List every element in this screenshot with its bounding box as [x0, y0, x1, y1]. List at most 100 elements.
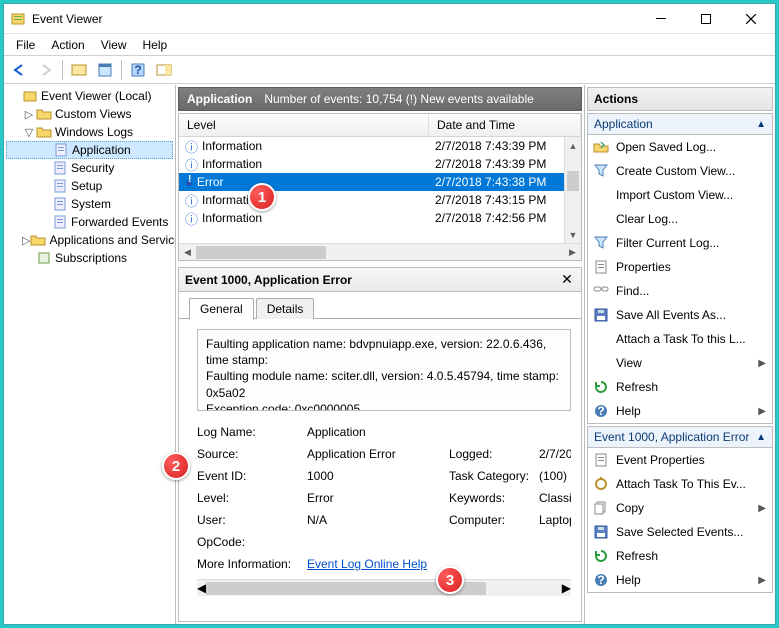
action-label: Attach a Task To this L... — [616, 332, 766, 346]
tree-application[interactable]: Application — [6, 141, 173, 159]
event-row[interactable]: Error2/7/2018 7:43:38 PM — [179, 173, 581, 191]
svg-text:?: ? — [597, 404, 604, 418]
action-help[interactable]: ?Help▶ — [588, 399, 772, 423]
detail-close-button[interactable]: ✕ — [559, 272, 575, 288]
tree-subscriptions[interactable]: Subscriptions — [6, 249, 173, 267]
action-copy[interactable]: Copy▶ — [588, 496, 772, 520]
event-row[interactable]: Information2/7/2018 7:43:39 PM — [179, 137, 581, 155]
scroll-left-icon[interactable]: ◀ — [179, 247, 196, 258]
center-header-title: Application — [187, 92, 252, 106]
save-icon — [592, 308, 610, 322]
tab-general[interactable]: General — [189, 298, 254, 320]
actions-header: Actions — [587, 87, 773, 111]
tree-windows-logs[interactable]: ▽Windows Logs — [6, 123, 173, 141]
tree-pane[interactable]: Event Viewer (Local)▷Custom Views▽Window… — [4, 85, 176, 624]
scroll-right-icon[interactable]: ▶ — [562, 581, 571, 595]
tree-twisty-icon[interactable]: ▷ — [22, 234, 30, 247]
actions-section-application[interactable]: Application▲ — [587, 113, 773, 135]
info-icon — [185, 209, 198, 228]
event-row[interactable]: Information2/7/2018 7:43:15 PM — [179, 191, 581, 209]
prop-val: Laptop — [539, 513, 571, 527]
menu-action[interactable]: Action — [43, 36, 92, 54]
action-label: Help — [616, 404, 752, 418]
action-import-custom-view[interactable]: Import Custom View... — [588, 183, 772, 207]
action-label: Create Custom View... — [616, 164, 766, 178]
scroll-thumb[interactable] — [567, 171, 579, 191]
action-filter-current-log[interactable]: Filter Current Log... — [588, 231, 772, 255]
forward-button[interactable] — [34, 59, 58, 81]
show-action-pane-button[interactable] — [152, 59, 176, 81]
event-log-online-help-link[interactable]: Event Log Online Help — [307, 557, 427, 571]
scroll-thumb[interactable] — [196, 246, 326, 259]
action-create-custom-view[interactable]: Create Custom View... — [588, 159, 772, 183]
action-label: Event Properties — [616, 453, 766, 467]
app-icon — [10, 11, 26, 27]
help-button[interactable]: ? — [126, 59, 150, 81]
prop-key: OpCode: — [197, 535, 307, 549]
tree-root[interactable]: Event Viewer (Local) — [6, 87, 173, 105]
submenu-arrow-icon: ▶ — [758, 503, 766, 514]
detail-horizontal-scrollbar[interactable]: ◀ ▶ — [197, 579, 571, 596]
prop-val: 2/7/2018 — [539, 447, 571, 461]
tree-item-icon — [36, 251, 52, 265]
scroll-right-icon[interactable]: ▶ — [564, 247, 581, 258]
scroll-up-icon[interactable]: ▲ — [565, 137, 581, 154]
detail-body: Faulting application name: bdvpnuiapp.ex… — [179, 319, 581, 621]
event-date: 2/7/2018 7:43:39 PM — [429, 157, 581, 171]
prop-key: Logged: — [449, 447, 539, 461]
tree-setup[interactable]: Setup — [6, 177, 173, 195]
actions-pane: Actions Application▲ Open Saved Log... Cr… — [585, 85, 775, 624]
prop-key: Level: — [197, 491, 307, 505]
refresh-icon — [592, 380, 610, 394]
properties-button[interactable] — [93, 59, 117, 81]
tree-item-icon — [52, 197, 68, 211]
svg-text:?: ? — [134, 63, 141, 77]
tree-system[interactable]: System — [6, 195, 173, 213]
tree-forwarded-events[interactable]: Forwarded Events — [6, 213, 173, 231]
toolbar-separator — [121, 60, 122, 80]
tree-twisty-icon[interactable]: ▷ — [22, 108, 36, 121]
scroll-down-icon[interactable]: ▼ — [565, 226, 581, 243]
tree-security[interactable]: Security — [6, 159, 173, 177]
menu-view[interactable]: View — [93, 36, 135, 54]
action-view[interactable]: View▶ — [588, 351, 772, 375]
action-label: Refresh — [616, 380, 766, 394]
tree-item-icon — [36, 107, 52, 121]
action-attach-task-to-this-ev[interactable]: Attach Task To This Ev... — [588, 472, 772, 496]
action-event-properties[interactable]: Event Properties — [588, 448, 772, 472]
action-help[interactable]: ?Help▶ — [588, 568, 772, 592]
close-button[interactable] — [728, 5, 773, 33]
menu-help[interactable]: Help — [135, 36, 176, 54]
action-open-saved-log[interactable]: Open Saved Log... — [588, 135, 772, 159]
vertical-scrollbar[interactable]: ▲ ▼ — [564, 137, 581, 243]
action-save-selected-events[interactable]: Save Selected Events... — [588, 520, 772, 544]
tree-item-label: Applications and Services Logs — [49, 233, 176, 247]
action-clear-log[interactable]: Clear Log... — [588, 207, 772, 231]
maximize-button[interactable] — [683, 5, 728, 33]
menu-file[interactable]: File — [8, 36, 43, 54]
action-attach-a-task-to-this-l[interactable]: Attach a Task To this L... — [588, 327, 772, 351]
tree-twisty-icon[interactable]: ▽ — [22, 126, 36, 139]
prop-key: Log Name: — [197, 425, 307, 439]
back-button[interactable] — [8, 59, 32, 81]
col-date[interactable]: Date and Time — [429, 114, 581, 136]
center-header: Application Number of events: 10,754 (!)… — [178, 87, 582, 111]
scroll-left-icon[interactable]: ◀ — [197, 581, 206, 595]
action-find[interactable]: Find... — [588, 279, 772, 303]
tab-details[interactable]: Details — [256, 298, 315, 319]
action-save-all-events-as[interactable]: Save All Events As... — [588, 303, 772, 327]
event-row[interactable]: Information2/7/2018 7:42:56 PM — [179, 209, 581, 227]
tree-custom-views[interactable]: ▷Custom Views — [6, 105, 173, 123]
action-refresh[interactable]: Refresh — [588, 375, 772, 399]
action-refresh[interactable]: Refresh — [588, 544, 772, 568]
action-properties[interactable]: Properties — [588, 255, 772, 279]
tree-applications-and-services[interactable]: ▷ Applications and Services Logs — [6, 231, 173, 249]
minimize-button[interactable] — [638, 5, 683, 33]
props-icon — [592, 260, 610, 274]
col-level[interactable]: Level — [179, 114, 429, 136]
svg-text:?: ? — [597, 573, 604, 587]
horizontal-scrollbar[interactable]: ◀ ▶ — [179, 243, 581, 260]
event-row[interactable]: Information2/7/2018 7:43:39 PM — [179, 155, 581, 173]
show-hide-tree-button[interactable] — [67, 59, 91, 81]
actions-section-event[interactable]: Event 1000, Application Error▲ — [587, 426, 773, 448]
